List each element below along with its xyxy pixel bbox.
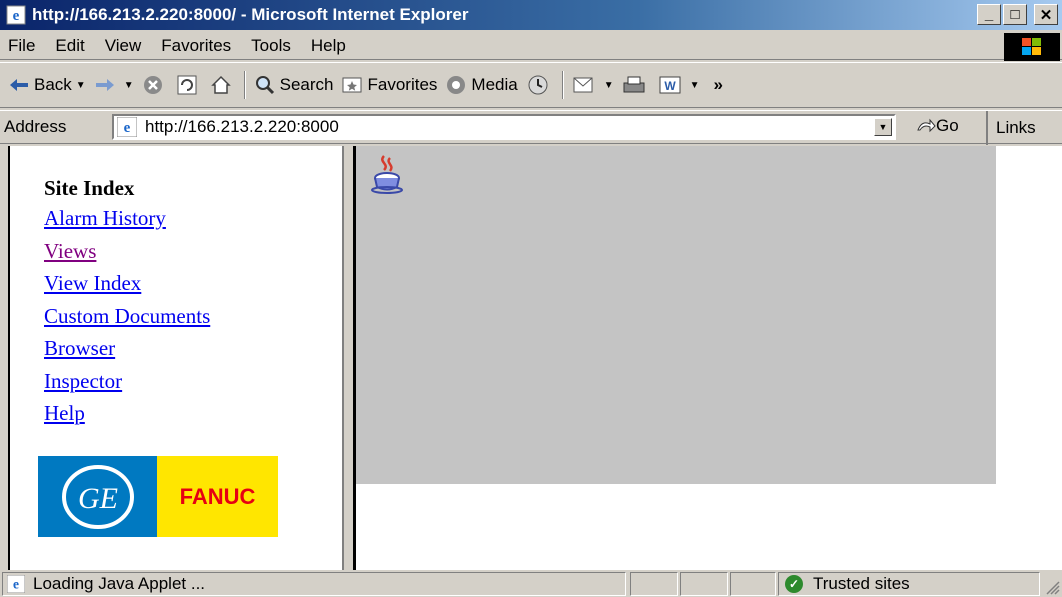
back-label: Back [34, 75, 72, 94]
svg-text:e: e [13, 577, 19, 592]
link-views[interactable]: Views [44, 239, 96, 263]
windows-logo-icon [1004, 33, 1060, 61]
back-button[interactable]: Back ▼ [8, 75, 86, 95]
security-zone-panel: ✓ Trusted sites [778, 572, 1040, 596]
status-cell [730, 572, 776, 596]
window-title: http://166.213.2.220:8000/ - Microsoft I… [32, 5, 469, 24]
link-view-index[interactable]: View Index [44, 271, 141, 295]
status-cell [630, 572, 678, 596]
go-button[interactable]: Go [916, 116, 959, 136]
address-dropdown-icon[interactable]: ▼ [874, 118, 892, 136]
link-alarm-history[interactable]: Alarm History [44, 206, 166, 230]
ie-icon: e [117, 117, 137, 137]
close-button[interactable]: ✕ [1034, 4, 1058, 25]
toolbar-overflow[interactable]: » [714, 75, 723, 95]
links-button[interactable]: Links [986, 111, 1036, 145]
site-index-heading: Site Index [44, 176, 135, 200]
refresh-icon [177, 75, 197, 95]
favorites-button[interactable]: Favorites [341, 75, 437, 95]
search-button[interactable]: Search [254, 74, 334, 96]
home-icon [210, 75, 231, 94]
edit-button[interactable]: W ▼ [658, 74, 700, 96]
address-bar: Address e http://166.213.2.220:8000 ▼ Go… [0, 110, 1062, 145]
menu-view[interactable]: View [105, 36, 142, 56]
menu-help[interactable]: Help [311, 36, 346, 56]
stop-button[interactable] [142, 74, 168, 96]
favorites-icon [342, 77, 362, 93]
go-arrow-icon [917, 118, 936, 133]
svg-text:e: e [13, 8, 20, 24]
refresh-button[interactable] [176, 74, 202, 96]
go-label: Go [936, 116, 959, 135]
minimize-button[interactable]: _ [977, 4, 1001, 25]
ge-logo: GE [38, 456, 157, 537]
maximize-button[interactable]: □ [1003, 4, 1027, 25]
address-url: http://166.213.2.220:8000 [145, 117, 339, 136]
favorites-label: Favorites [367, 75, 438, 94]
search-label: Search [279, 75, 334, 94]
status-cell [680, 572, 728, 596]
media-button[interactable]: Media [445, 74, 518, 96]
forward-arrow-icon [95, 79, 114, 91]
left-frame-border [0, 146, 10, 570]
ie-icon: e [6, 5, 26, 25]
svg-text:W: W [664, 79, 676, 93]
menu-tools[interactable]: Tools [251, 36, 291, 56]
trusted-check-icon: ✓ [785, 575, 803, 593]
edit-dropdown-icon[interactable]: ▼ [690, 80, 700, 91]
address-label: Address [4, 117, 67, 136]
print-button[interactable] [622, 74, 650, 96]
java-icon [371, 155, 403, 194]
menu-edit[interactable]: Edit [55, 36, 84, 56]
link-browser[interactable]: Browser [44, 336, 115, 360]
edit-icon: W [659, 76, 681, 94]
back-dropdown-icon[interactable]: ▼ [76, 80, 86, 91]
left-frame: Site Index Alarm History Views View Inde… [10, 146, 350, 570]
content-area: Site Index Alarm History Views View Inde… [0, 146, 1062, 570]
ge-fanuc-logo: GE FANUC [38, 456, 278, 537]
stop-icon [143, 76, 162, 94]
forward-dropdown-icon[interactable]: ▼ [124, 80, 134, 91]
forward-button[interactable]: ▼ [94, 77, 134, 93]
svg-text:e: e [124, 120, 131, 136]
status-bar: e Loading Java Applet ... ✓ Trusted site… [0, 572, 1062, 597]
media-label: Media [471, 75, 518, 94]
mail-icon [573, 77, 593, 93]
menu-file[interactable]: File [8, 36, 35, 56]
back-arrow-icon [10, 79, 28, 91]
link-custom-documents[interactable]: Custom Documents [44, 304, 210, 328]
link-inspector[interactable]: Inspector [44, 369, 122, 393]
history-icon [528, 75, 548, 95]
status-message-panel: e Loading Java Applet ... [2, 572, 626, 596]
frame-splitter[interactable] [342, 146, 356, 570]
right-frame [356, 146, 1062, 570]
mail-dropdown-icon[interactable]: ▼ [604, 80, 614, 91]
java-applet-area[interactable] [356, 146, 996, 484]
fanuc-logo: FANUC [157, 456, 278, 537]
history-button[interactable] [526, 74, 554, 96]
search-icon [255, 76, 274, 95]
svg-text:GE: GE [78, 482, 118, 515]
security-zone-label: Trusted sites [813, 574, 910, 593]
mail-button[interactable]: ▼ [572, 74, 614, 96]
resize-grip-icon[interactable] [1044, 579, 1060, 595]
home-button[interactable] [210, 74, 236, 96]
status-message: Loading Java Applet ... [33, 574, 206, 593]
site-index-links: Alarm History Views View Index Custom Do… [44, 206, 210, 434]
menu-bar: File Edit View Favorites Tools Help [0, 32, 1062, 61]
address-input[interactable]: e http://166.213.2.220:8000 ▼ [112, 114, 896, 140]
title-bar[interactable]: e http://166.213.2.220:8000/ - Microsoft… [0, 0, 1062, 30]
ie-icon: e [7, 575, 25, 593]
media-icon [447, 76, 466, 94]
menu-favorites[interactable]: Favorites [161, 36, 231, 56]
link-help[interactable]: Help [44, 401, 85, 425]
print-icon [623, 76, 645, 93]
standard-toolbar: Back ▼ ▼ Search Favorites Media ▼ W ▼ » [0, 62, 1062, 108]
